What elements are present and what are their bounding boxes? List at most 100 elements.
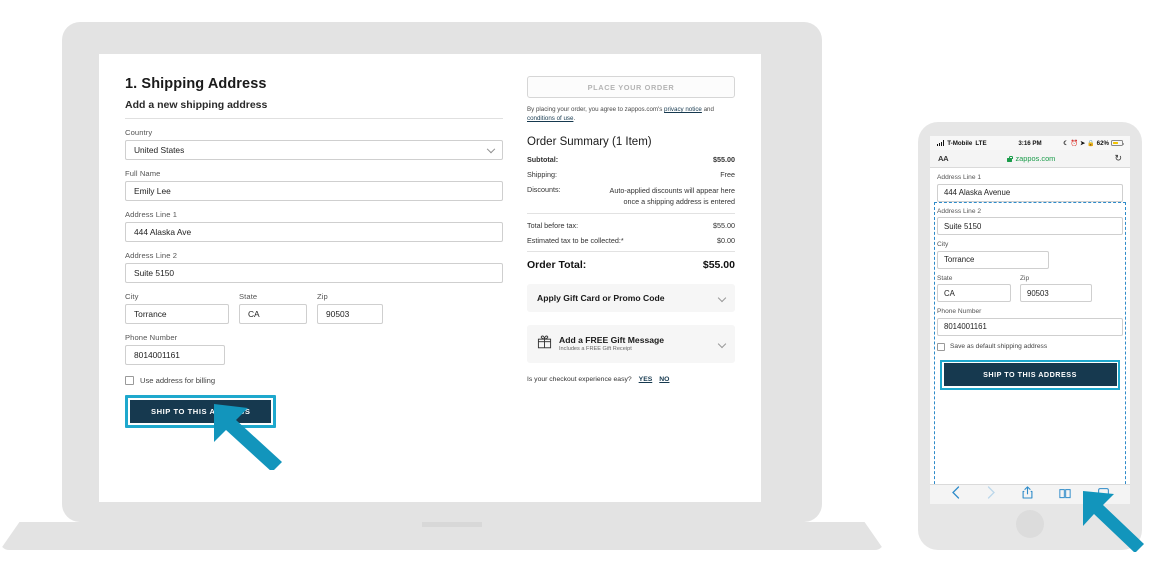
gift-card-accordion[interactable]: Apply Gift Card or Promo Code	[527, 283, 735, 312]
phone-phone-label: Phone Number	[937, 308, 982, 315]
phone-zip-input[interactable]: 90503	[1020, 284, 1092, 302]
desktop-cursor-arrow	[208, 398, 290, 470]
phone-zip-group: Zip 90503	[1020, 274, 1092, 302]
phone-state-label: State	[937, 274, 953, 282]
phone-input[interactable]: 8014001161	[125, 345, 225, 365]
title-divider	[125, 118, 503, 119]
location-arrow-icon: ➤	[1080, 140, 1086, 147]
laptop-hinge-notch	[422, 522, 482, 527]
privacy-notice-link[interactable]: privacy notice	[664, 106, 702, 113]
forward-icon[interactable]	[987, 485, 996, 504]
phone-state-group: State CA	[937, 274, 1011, 302]
city-field-group: City Torrance	[125, 292, 229, 324]
phone-address1-input[interactable]: 444 Alaska Avenue	[937, 183, 1123, 202]
fullname-input[interactable]: Emily Lee	[125, 181, 503, 201]
phone-home-button[interactable]	[1016, 510, 1044, 538]
text-size-button[interactable]: AA	[938, 154, 949, 163]
zip-field-group: Zip 90503	[317, 292, 383, 324]
phone-city-group: City Torrance	[937, 241, 1123, 269]
legal-disclaimer: By placing your order, you agree to zapp…	[527, 105, 735, 124]
legal-prefix: By placing your order, you agree to zapp…	[527, 106, 665, 113]
url-text[interactable]: zappos.com	[1015, 154, 1055, 163]
phone-state-input[interactable]: CA	[937, 284, 1011, 302]
total-before-tax-label: Total before tax:	[527, 220, 579, 230]
lock-icon	[1007, 155, 1014, 162]
state-label: State	[239, 292, 258, 301]
chevron-down-icon	[488, 146, 495, 153]
billing-checkbox-label: Use address for billing	[140, 376, 216, 385]
billing-checkbox-row[interactable]: Use address for billing	[125, 376, 503, 385]
discounts-value: Auto-applied discounts will appear here …	[609, 185, 735, 206]
laptop-screen: 1. Shipping Address Add a new shipping a…	[99, 54, 761, 502]
phone-state-zip-row: State CA Zip 90503	[937, 274, 1123, 302]
phone-ship-button-highlight: SHIP TO THIS ADDRESS	[940, 359, 1120, 390]
phone-address2-input[interactable]: Suite 5150	[937, 217, 1123, 235]
chevron-down-icon	[718, 340, 725, 347]
alarm-icon: ⏰	[1070, 140, 1079, 147]
phone-save-default-checkbox[interactable]	[937, 342, 945, 351]
carrier-name: T-Mobile	[947, 139, 973, 147]
phone-browser-url-bar[interactable]: AA zappos.com ↻	[930, 150, 1130, 168]
battery-percent: 62%	[1096, 139, 1110, 147]
legal-mid: and	[701, 106, 714, 113]
share-icon[interactable]	[1022, 485, 1033, 504]
feedback-prompt: Is your checkout experience easy? YES NO	[527, 376, 735, 383]
total-before-tax-value: $55.00	[713, 220, 735, 230]
chevron-down-icon	[718, 294, 725, 301]
phone-field-group: Phone Number 8014001161	[125, 333, 503, 365]
phone-cursor-arrow	[1078, 486, 1150, 552]
city-input[interactable]: Torrance	[125, 304, 229, 324]
feedback-yes-link[interactable]: YES	[639, 376, 653, 383]
country-select[interactable]: United States	[125, 140, 503, 160]
gift-message-accordion[interactable]: Add a FREE Gift Message Includes a FREE …	[527, 324, 735, 363]
zip-label: Zip	[317, 292, 328, 301]
gift-box-icon	[537, 334, 552, 354]
phone-ship-to-this-address-button[interactable]: SHIP TO THIS ADDRESS	[943, 363, 1117, 386]
laptop-device: 1. Shipping Address Add a new shipping a…	[0, 22, 884, 550]
state-input[interactable]: CA	[239, 304, 307, 324]
phone-city-input[interactable]: Torrance	[937, 250, 1049, 269]
phone-status-bar: T-Mobile LTE 3:16 PM ☾ ⏰ ➤ 🔒 62%	[930, 136, 1130, 150]
subtotal-label: Subtotal:	[527, 154, 559, 164]
summary-row-shipping: Shipping: Free	[527, 170, 735, 179]
phone-city-label: City	[937, 241, 949, 248]
subtotal-value: $55.00	[713, 154, 735, 164]
phone-page-content: Address Line 1 444 Alaska Avenue Address…	[930, 168, 1130, 504]
reload-icon[interactable]: ↻	[1114, 153, 1122, 164]
order-total-value: $55.00	[702, 258, 735, 271]
phone-address1-group: Address Line 1 444 Alaska Avenue	[937, 174, 1123, 202]
phone-zip-label: Zip	[1020, 274, 1030, 282]
phone-save-default-row[interactable]: Save as default shipping address	[937, 342, 1123, 351]
city-state-zip-row: City Torrance State CA Zip 90503	[125, 292, 503, 324]
country-label: Country	[125, 128, 153, 137]
discounts-label: Discounts:	[527, 184, 561, 194]
back-icon[interactable]	[951, 485, 960, 504]
billing-checkbox[interactable]	[125, 376, 134, 385]
address1-input[interactable]: 444 Alaska Ave	[125, 222, 503, 242]
tax-value: $0.00	[717, 235, 735, 245]
feedback-no-link[interactable]: NO	[659, 376, 669, 383]
bookmarks-icon[interactable]	[1059, 486, 1071, 504]
fullname-field-group: Full Name Emily Lee	[125, 169, 503, 201]
summary-divider-2	[527, 250, 735, 252]
address2-input[interactable]: Suite 5150	[125, 263, 503, 283]
order-summary-title: Order Summary (1 Item)	[527, 135, 652, 148]
battery-icon	[1111, 140, 1125, 146]
summary-row-subtotal: Subtotal: $55.00	[527, 155, 735, 164]
conditions-of-use-link[interactable]: conditions of use	[527, 115, 573, 122]
phone-phone-group: Phone Number 8014001161	[937, 308, 1123, 336]
state-field-group: State CA	[239, 292, 307, 324]
status-time: 3:16 PM	[1018, 139, 1042, 147]
network-type: LTE	[975, 139, 987, 147]
phone-address2-label: Address Line 2	[937, 207, 981, 215]
summary-row-order-total: Order Total: $55.00	[527, 259, 735, 271]
city-label: City	[125, 292, 139, 301]
form-subtitle: Add a new shipping address	[125, 99, 268, 111]
phone-phone-input[interactable]: 8014001161	[937, 317, 1123, 336]
order-summary-panel: PLACE YOUR ORDER By placing your order, …	[527, 76, 735, 428]
address1-field-group: Address Line 1 444 Alaska Ave	[125, 210, 503, 242]
place-your-order-button[interactable]: PLACE YOUR ORDER	[527, 76, 735, 98]
lock-rotation-icon: 🔒	[1087, 140, 1095, 147]
zip-input[interactable]: 90503	[317, 304, 383, 324]
feedback-question: Is your checkout experience easy?	[527, 375, 632, 383]
